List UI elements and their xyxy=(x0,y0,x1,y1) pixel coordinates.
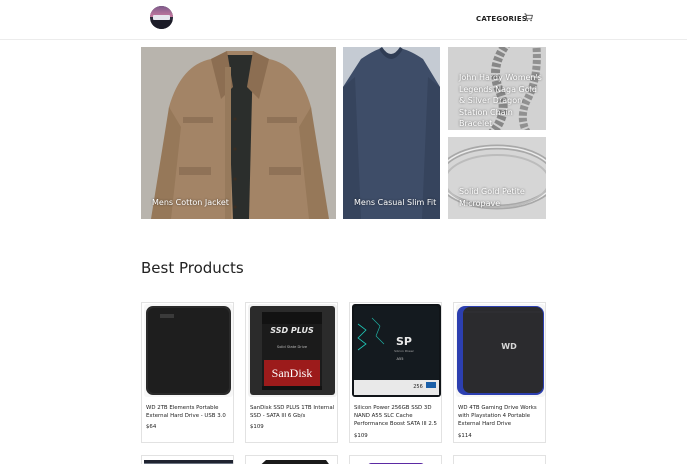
product-card[interactable]: SSD PLUS Solid State Drive SanDisk SanDi… xyxy=(245,302,338,443)
product-card[interactable] xyxy=(245,455,338,464)
feature-tile-solid-gold-petite[interactable]: Solid Gold Petite Micropave xyxy=(448,137,546,219)
product-image xyxy=(368,463,424,464)
product-card[interactable]: WD WD 4TB Gaming Drive Works with Playst… xyxy=(453,302,546,443)
shirt-image xyxy=(343,47,440,219)
feature-label: John Hardy Women's Legends Naga Gold & S… xyxy=(459,73,542,128)
svg-text:Solid State Drive: Solid State Drive xyxy=(277,345,308,349)
product-image xyxy=(454,459,546,464)
feature-tile-john-hardy-bracelet[interactable]: John Hardy Women's Legends Naga Gold & S… xyxy=(448,47,546,130)
svg-text:256: 256 xyxy=(413,384,423,390)
feature-label: Mens Casual Slim Fit xyxy=(354,198,437,207)
product-card[interactable] xyxy=(141,455,234,464)
product-price: $109 xyxy=(250,424,264,430)
product-card[interactable]: WD 2TB Elements Portable External Hard D… xyxy=(141,302,234,443)
product-card[interactable]: SP Silicon Power A55 256 Silicon Power 2… xyxy=(349,302,442,443)
svg-text:SanDisk: SanDisk xyxy=(272,366,313,380)
feature-label: Mens Cotton Jacket xyxy=(152,198,229,207)
svg-text:SSD PLUS: SSD PLUS xyxy=(270,326,314,335)
svg-text:A55: A55 xyxy=(396,357,403,361)
product-name: WD 2TB Elements Portable External Hard D… xyxy=(146,405,226,419)
svg-text:Silicon Power: Silicon Power xyxy=(394,349,415,353)
product-card[interactable] xyxy=(453,455,546,464)
product-image: WD xyxy=(456,304,545,397)
section-title-best-products: Best Products xyxy=(141,259,244,277)
product-price: $114 xyxy=(458,433,472,439)
feature-tile-mens-cotton-jacket[interactable]: Mens Cotton Jacket xyxy=(141,47,336,219)
product-name: Silicon Power 256GB SSD 3D NAND A55 SLC … xyxy=(354,405,437,427)
product-price: $109 xyxy=(354,433,368,439)
site-header: CATEGORIES xyxy=(0,0,687,40)
product-image: SP Silicon Power A55 256 xyxy=(352,304,441,397)
nav-categories-link[interactable]: CATEGORIES xyxy=(476,15,527,23)
product-image: SSD PLUS Solid State Drive SanDisk xyxy=(248,304,337,397)
product-image xyxy=(261,460,329,464)
feature-tile-mens-casual-slim-fit[interactable]: Mens Casual Slim Fit xyxy=(343,47,440,219)
product-image xyxy=(144,460,233,464)
svg-text:WD: WD xyxy=(501,342,517,351)
site-logo[interactable] xyxy=(150,6,173,29)
jacket-image xyxy=(141,47,336,219)
feature-label: Solid Gold Petite Micropave xyxy=(459,187,525,208)
cart-icon[interactable] xyxy=(524,13,533,22)
product-image xyxy=(144,304,233,397)
product-name: SanDisk SSD PLUS 1TB Internal SSD - SATA… xyxy=(250,405,335,419)
product-name: WD 4TB Gaming Drive Works with Playstati… xyxy=(458,405,537,427)
product-price: $64 xyxy=(146,424,157,430)
product-card[interactable] xyxy=(349,455,442,464)
svg-text:SP: SP xyxy=(396,335,412,348)
